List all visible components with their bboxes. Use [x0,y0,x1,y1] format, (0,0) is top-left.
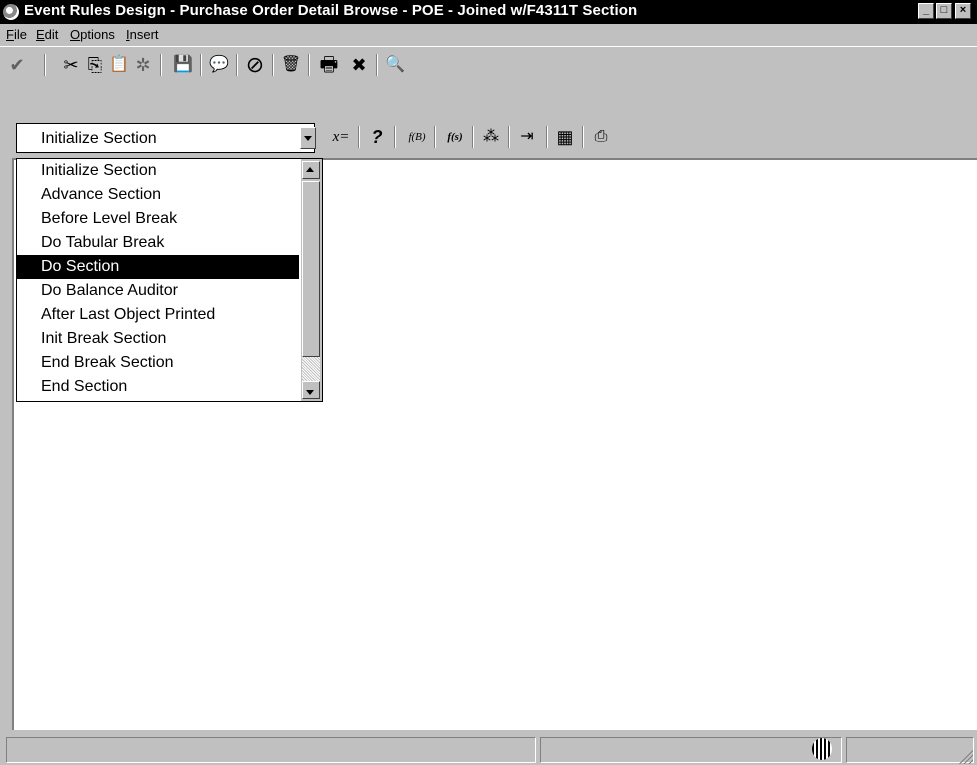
search-icon[interactable]: 🔍 [384,54,406,76]
paste-special-icon[interactable]: ✲ [132,54,154,76]
save-icon[interactable]: 💾 [172,54,194,76]
combo-dropdown-button[interactable] [300,127,316,149]
event-select-value: Initialize Section [41,130,157,147]
event-dropdown-list[interactable]: Initialize Section Advance Section Befor… [16,158,323,402]
app-icon[interactable] [3,4,19,20]
toolbar-separator [272,54,274,76]
toolbar-separator [472,126,474,148]
dropdown-option[interactable]: After Last Object Printed [17,303,299,327]
toolbar-separator [200,54,202,76]
status-pane-main [6,737,536,763]
menu-edit-label: dit [44,27,59,42]
menu-insert-label: nsert [129,27,159,42]
menu-options[interactable]: Options [70,27,115,42]
menu-edit-accel: E [36,27,45,42]
scroll-track[interactable] [302,357,320,381]
if-icon[interactable]: ? [366,126,388,148]
toolbar-separator [308,54,310,76]
toolbar-separator [434,126,436,148]
insert-line-icon[interactable]: ⇥ [516,126,538,148]
variables-icon[interactable]: ⁂ [480,126,502,148]
dropdown-option[interactable]: Init Break Section [17,327,299,351]
maximize-button[interactable]: □ [936,3,952,19]
close-button[interactable]: × [955,3,971,19]
dropdown-option-selected[interactable]: Do Section [17,255,299,279]
system-function-icon[interactable]: f(s) [440,126,470,148]
dropdown-option[interactable]: End Break Section [17,351,299,375]
menu-options-label: ptions [80,27,115,42]
table-io-icon[interactable]: ▦ [554,126,576,148]
event-select-combo[interactable]: Initialize Section [16,123,316,153]
menu-options-accel: O [70,27,81,42]
cancel-icon[interactable]: ✖ [348,54,370,76]
dropdown-option[interactable]: Before Level Break [17,207,299,231]
status-pane-middle [540,737,842,763]
globe-icon [812,738,832,760]
scroll-down-button[interactable] [302,381,320,399]
toolbar-separator [582,126,584,148]
business-function-icon[interactable]: f(B) [402,126,432,148]
paste-icon[interactable]: 📋 [108,54,130,76]
attachment-icon[interactable]: ⎙ [590,126,612,148]
dropdown-option[interactable]: Advance Section [17,183,299,207]
print-icon[interactable]: 🖶 [318,54,340,76]
scroll-up-button[interactable] [302,161,320,179]
resize-grip-icon[interactable] [957,748,973,764]
menu-file[interactable]: File [6,27,27,42]
chevron-up-icon [306,167,314,172]
checkmark-icon[interactable]: ✔ [6,54,28,76]
toolbar-separator [376,54,378,76]
copy-icon[interactable]: ⎘ [84,54,106,76]
no-icon[interactable]: ⊘ [244,54,266,76]
dropdown-option[interactable]: Initialize Section [17,159,299,183]
toolbar-separator [160,54,162,76]
title-bar: Event Rules Design - Purchase Order Deta… [0,0,977,24]
minimize-button[interactable]: _ [918,3,934,19]
menu-file-accel: F [6,27,14,42]
assignment-icon[interactable]: x= [330,126,352,148]
dropdown-option[interactable]: Do Balance Auditor [17,279,299,303]
standard-toolbar: ✔ ✂ ⎘ 📋 ✲ 💾 💬 ⊘ 🗑 🖶 ✖ 🔍 [0,46,977,83]
toolbar-separator [546,126,548,148]
dropdown-option[interactable]: End Section [17,375,299,399]
scroll-thumb[interactable] [302,181,320,357]
toolbar-separator [358,126,360,148]
cut-icon[interactable]: ✂ [60,54,82,76]
menu-insert[interactable]: Insert [126,27,159,42]
menu-edit[interactable]: Edit [36,27,58,42]
dropdown-scrollbar[interactable] [301,159,322,401]
dropdown-option[interactable]: Do Tabular Break [17,231,299,255]
menu-file-label: ile [13,27,27,42]
toolbar-separator [394,126,396,148]
delete-icon[interactable]: 🗑 [280,54,302,76]
window-title: Event Rules Design - Purchase Order Deta… [24,2,638,19]
toolbar-separator [44,54,46,76]
comment-icon[interactable]: 💬 [208,54,230,76]
status-pane-right [846,737,974,763]
chevron-down-icon [304,136,312,141]
toolbar-separator [236,54,238,76]
menu-bar: File Edit Options Insert [0,24,977,46]
toolbar-separator [508,126,510,148]
chevron-down-icon [306,390,314,395]
